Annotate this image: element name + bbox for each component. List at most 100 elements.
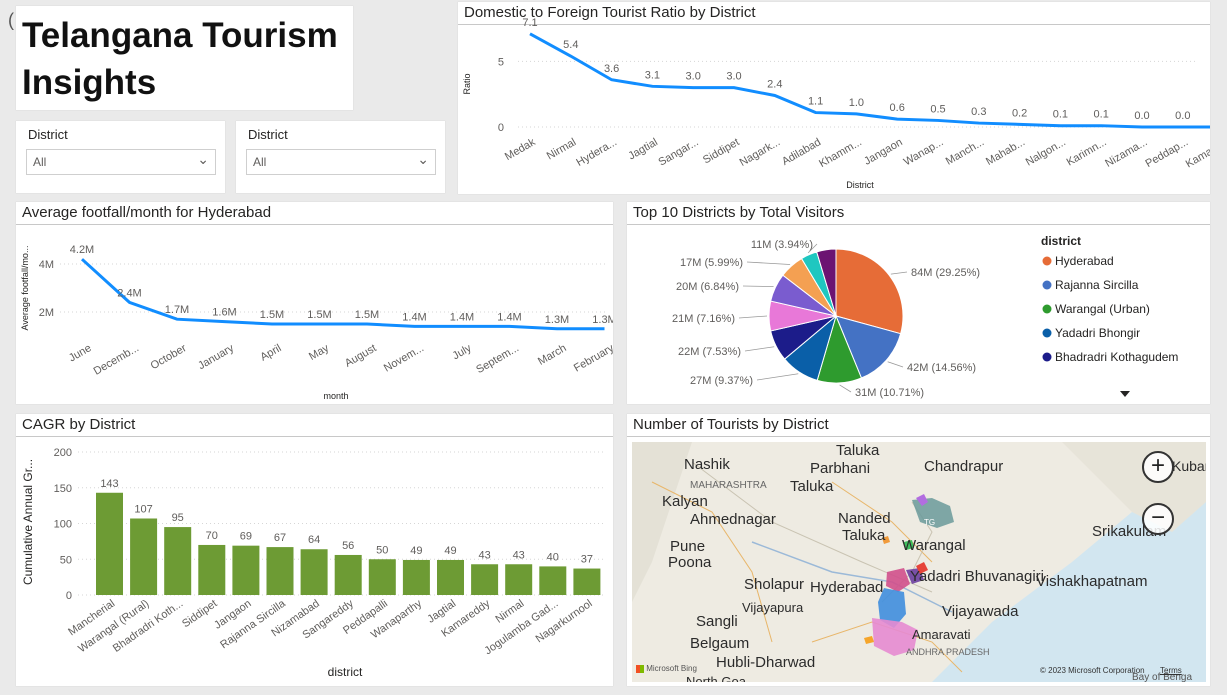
pie-chart-card[interactable]: Top 10 Districts by Total Visitors 84M (… bbox=[627, 202, 1210, 404]
data-label: 64 bbox=[308, 534, 320, 546]
page-title-line1: Telangana Tourism bbox=[22, 16, 338, 55]
map-terms-link[interactable]: Terms bbox=[1160, 666, 1182, 675]
district-dropdown-1[interactable]: All ⌄ bbox=[26, 149, 216, 175]
x-tick-label: Mahab... bbox=[984, 136, 1027, 168]
x-tick-label: Medak bbox=[503, 136, 538, 163]
map-place: TG bbox=[924, 518, 936, 527]
x-tick-label: February bbox=[572, 342, 613, 375]
ratio-chart-card[interactable]: Domestic to Foreign Tourist Ratio by Dis… bbox=[458, 2, 1210, 194]
map-place: Vijayawada bbox=[942, 603, 1019, 620]
zoom-in-button[interactable]: + bbox=[1142, 451, 1174, 483]
map-place: Chandrapur bbox=[924, 458, 1004, 475]
x-tick-label: Nirmal bbox=[545, 136, 579, 162]
x-tick-label: Septem... bbox=[474, 342, 521, 376]
map-place: Ahmednagar bbox=[690, 511, 776, 528]
y-tick-label: 150 bbox=[54, 483, 72, 495]
leader-line bbox=[839, 384, 852, 393]
map-place: Amaravati bbox=[912, 627, 971, 642]
pie-data-label: 22M (7.53%) bbox=[678, 346, 741, 358]
legend-marker bbox=[1042, 328, 1052, 338]
x-tick-label: Karimn... bbox=[1065, 136, 1109, 168]
pie-data-label: 31M (10.71%) bbox=[855, 387, 924, 399]
map-place: Vijayapura bbox=[742, 600, 804, 615]
y-tick-label: 2M bbox=[39, 307, 54, 319]
map-title: Number of Tourists by District bbox=[633, 416, 829, 433]
x-tick-label: Nizama... bbox=[1103, 136, 1149, 170]
footfall-chart-card[interactable]: Average footfall/month for Hyderabad 2M 4… bbox=[16, 202, 613, 404]
zoom-out-button[interactable]: − bbox=[1142, 503, 1174, 535]
data-label: 49 bbox=[444, 545, 456, 557]
microsoft-logo: Microsoft Bing bbox=[636, 664, 697, 673]
legend-marker bbox=[1042, 280, 1052, 290]
tourist-map[interactable]: Taluka Nashik Parbhani Taluka Chandrapur… bbox=[632, 442, 1206, 682]
leader-line bbox=[746, 261, 791, 265]
x-tick-label: Jangaon bbox=[862, 136, 905, 168]
cagr-bar-chart[interactable]: 0 50 100 150 200 Cumulative Annual Gr... distr… bbox=[16, 414, 613, 686]
x-tick-label: Wanap... bbox=[902, 136, 946, 168]
data-label: 1.5M bbox=[260, 309, 284, 321]
pie-data-label: 17M (5.99%) bbox=[680, 257, 743, 269]
dropdown-value: All bbox=[253, 155, 267, 169]
pie-data-label: 21M (7.16%) bbox=[672, 313, 735, 325]
y-axis-label: Cumulative Annual Gr... bbox=[21, 459, 35, 585]
data-label: 7.1 bbox=[522, 17, 537, 29]
cagr-chart-card[interactable]: CAGR by District 0 50 100 150 200 Cumulative … bbox=[16, 414, 613, 686]
data-label: 50 bbox=[376, 544, 388, 556]
x-tick-label: Manch... bbox=[944, 136, 987, 167]
legend-item: Bhadradri Kothagudem bbox=[1055, 350, 1178, 364]
map-place: Taluka bbox=[790, 478, 834, 495]
data-label: 143 bbox=[100, 478, 118, 490]
map-place: Parbhani bbox=[810, 460, 871, 477]
bar bbox=[232, 545, 260, 595]
pie-data-label: 84M (29.25%) bbox=[911, 267, 980, 279]
bar bbox=[198, 544, 226, 595]
pie-data-label: 20M (6.84%) bbox=[676, 281, 739, 293]
pie-chart[interactable]: 84M (29.25%) 42M (14.56%) 31M (10.71%) 27M … bbox=[627, 202, 1210, 404]
bar bbox=[539, 566, 567, 595]
data-label: 2.4M bbox=[117, 287, 141, 299]
x-tick-label: Siddipet bbox=[701, 136, 741, 166]
footfall-line-chart[interactable]: 2M 4M Average footfall/mo... month 4.2M June 2… bbox=[16, 202, 613, 404]
x-tick-label: June bbox=[67, 342, 94, 364]
y-tick-label: 5 bbox=[498, 56, 504, 68]
map-place: Poona bbox=[668, 554, 712, 571]
bar bbox=[368, 559, 396, 595]
district-slicer-2: District All ⌄ bbox=[236, 121, 445, 193]
district-dropdown-2[interactable]: All ⌄ bbox=[246, 149, 436, 175]
x-tick-label: May bbox=[307, 342, 331, 363]
ratio-line-chart[interactable]: 0 5 Ratio District 7.1 Medak 5.4 Nirmal 3.6 Hyder… bbox=[458, 2, 1210, 194]
map-copyright: © 2023 Microsoft Corporation bbox=[1040, 666, 1145, 675]
data-label: 1.4M bbox=[497, 311, 521, 323]
partial-glyph: ( bbox=[8, 10, 14, 30]
x-tick-label: Decemb... bbox=[92, 342, 141, 377]
map-place: Warangal bbox=[902, 537, 966, 554]
y-axis-label: Average footfall/mo... bbox=[20, 246, 30, 331]
data-label: 69 bbox=[240, 531, 252, 543]
bar bbox=[96, 492, 123, 595]
y-tick-label: 50 bbox=[60, 554, 72, 566]
pie-data-label: 11M (3.94%) bbox=[751, 239, 813, 251]
x-tick-label: Novem... bbox=[382, 342, 426, 374]
data-label: 0.3 bbox=[971, 106, 986, 118]
x-tick-label: August bbox=[343, 342, 379, 370]
title-card: Telangana Tourism Insights bbox=[16, 6, 353, 110]
data-label: 107 bbox=[134, 503, 152, 515]
x-tick-label: July bbox=[451, 342, 474, 362]
microsoft-logo-icon bbox=[636, 664, 644, 673]
data-label: 1.3M bbox=[592, 314, 613, 326]
chevron-down-icon: ⌄ bbox=[197, 151, 209, 167]
map-place: Sholapur bbox=[744, 576, 805, 593]
data-label: 1.3M bbox=[545, 314, 569, 326]
map-place: Nashik bbox=[684, 456, 730, 473]
page-title-line2: Insights bbox=[22, 63, 157, 102]
map-place: ANDHRA PRADESH bbox=[906, 647, 990, 657]
map-place: Yadadri Bhuvanagiri bbox=[910, 568, 1044, 585]
slicer-label: District bbox=[28, 127, 68, 142]
map-place: Belgaum bbox=[690, 635, 750, 652]
data-label: 43 bbox=[478, 549, 490, 561]
data-label: 95 bbox=[172, 512, 184, 524]
data-label: 1.0 bbox=[849, 97, 864, 109]
map-place: Taluka bbox=[836, 442, 880, 459]
data-label: 3.6 bbox=[604, 63, 619, 75]
y-tick-label: 0 bbox=[498, 122, 504, 134]
